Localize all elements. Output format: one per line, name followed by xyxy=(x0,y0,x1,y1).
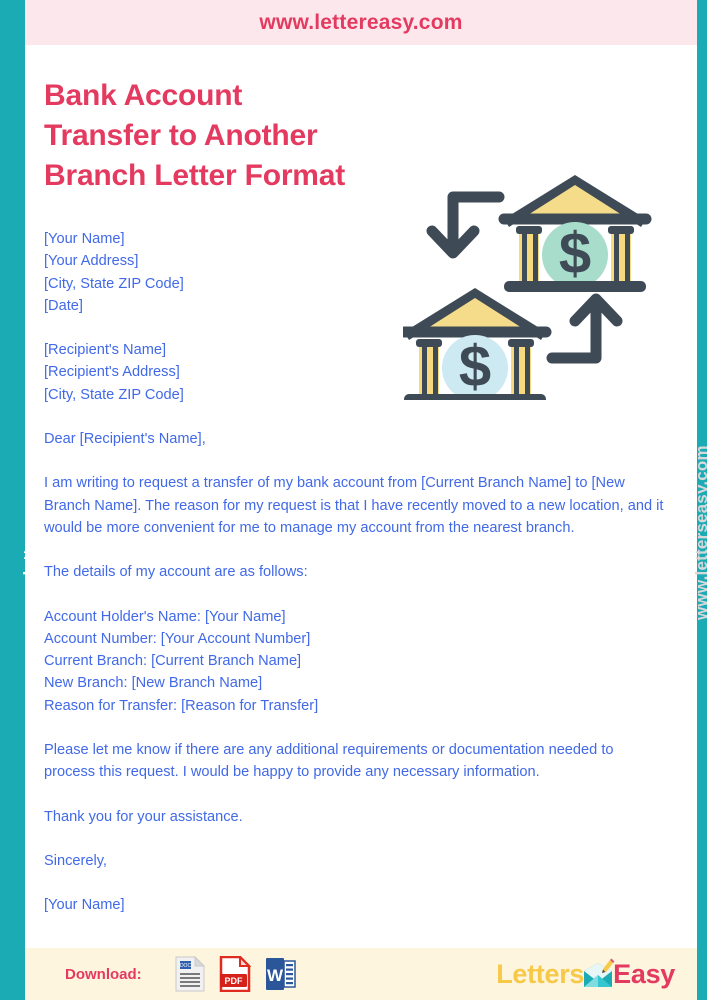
envelope-pencil-icon xyxy=(584,958,615,987)
brand-logo[interactable]: Letters Easy xyxy=(496,958,675,990)
letter-template-page: www.letterseasy.com www.letterseasy.com … xyxy=(0,0,707,1000)
sender-address: [Your Address] xyxy=(44,253,139,270)
watermark-left: www.letterseasy.com xyxy=(20,445,39,620)
closing-line: Sincerely, xyxy=(44,852,107,869)
letter-date: [Date] xyxy=(44,297,83,314)
recipient-name: [Recipient's Name] xyxy=(44,342,167,359)
title-line-1: Bank Account xyxy=(44,79,243,112)
page-footer: Download: DOC PDF W Letters Easy xyxy=(25,948,697,1000)
salutation: Dear [Recipient's Name], xyxy=(44,431,206,448)
signature-name: [Your Name] xyxy=(44,897,125,914)
list-item: Reason for Transfer: [Reason for Transfe… xyxy=(44,697,319,714)
word-file-icon[interactable]: W xyxy=(265,956,296,992)
recipient-city-state-zip: [City, State ZIP Code] xyxy=(44,386,184,403)
thanks-line: Thank you for your assistance. xyxy=(44,808,243,825)
list-item: Account Number: [Your Account Number] xyxy=(44,630,311,647)
title-line-2: Transfer to Another xyxy=(44,119,318,152)
brand-letters-text: Letters xyxy=(496,958,585,989)
letter-body: [Your Name] [Your Address] [City, State … xyxy=(44,228,664,917)
page-title: Bank Account Transfer to Another Branch … xyxy=(44,76,444,196)
watermark-right: www.letterseasy.com xyxy=(692,445,707,620)
account-details-list: Account Holder's Name: [Your Name] Accou… xyxy=(44,606,444,717)
site-url: www.lettereasy.com xyxy=(259,10,463,34)
sender-city-state-zip: [City, State ZIP Code] xyxy=(44,275,184,292)
pdf-file-icon[interactable]: PDF xyxy=(219,956,251,992)
download-icons-group: DOC PDF W xyxy=(175,956,296,992)
doc-file-icon[interactable]: DOC xyxy=(175,956,205,992)
svg-text:DOC: DOC xyxy=(180,963,192,969)
body-paragraph-2: Please let me know if there are any addi… xyxy=(44,742,614,781)
title-line-3: Branch Letter Format xyxy=(44,159,346,192)
list-item: Account Holder's Name: [Your Name] xyxy=(44,608,286,625)
svg-text:PDF: PDF xyxy=(224,976,243,986)
sender-name: [Your Name] xyxy=(44,231,125,247)
download-label: Download: xyxy=(65,965,142,983)
svg-text:W: W xyxy=(267,966,284,985)
page-header: www.lettereasy.com xyxy=(25,0,697,45)
recipient-address: [Recipient's Address] xyxy=(44,364,180,381)
body-paragraph-1: I am writing to request a transfer of my… xyxy=(44,475,664,536)
list-item: New Branch: [New Branch Name] xyxy=(44,675,263,692)
list-item: Current Branch: [Current Branch Name] xyxy=(44,653,302,670)
sender-address-block: [Your Name] [Your Address] [City, State … xyxy=(44,228,374,317)
recipient-address-block: [Recipient's Name] [Recipient's Address]… xyxy=(44,339,374,406)
details-intro: The details of my account are as follows… xyxy=(44,564,308,581)
brand-easy-text: Easy xyxy=(613,958,675,989)
